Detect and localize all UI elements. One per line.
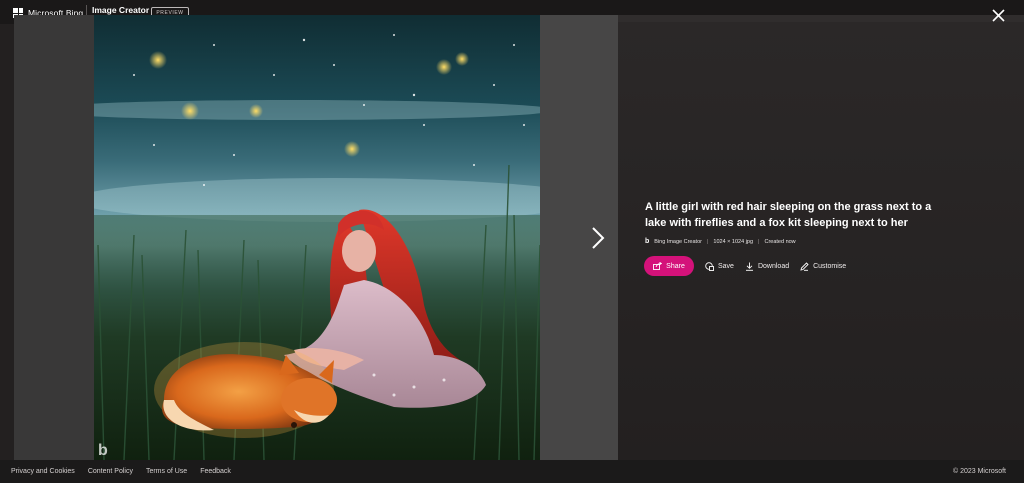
footer-link-feedback[interactable]: Feedback bbox=[200, 468, 231, 475]
meta-source: Bing Image Creator bbox=[654, 238, 702, 245]
save-button[interactable]: Save bbox=[705, 261, 734, 271]
meta-separator: | bbox=[758, 238, 760, 245]
bing-watermark: b bbox=[98, 442, 108, 459]
share-button[interactable]: Share bbox=[644, 256, 694, 276]
generated-image[interactable]: b bbox=[94, 15, 540, 460]
copyright: © 2023 Microsoft bbox=[952, 468, 1006, 475]
share-label: Share bbox=[666, 262, 685, 270]
download-button[interactable]: Download bbox=[745, 262, 789, 271]
customise-icon bbox=[800, 261, 809, 271]
save-icon bbox=[705, 261, 714, 271]
customise-button[interactable]: Customise bbox=[800, 261, 847, 271]
download-label: Download bbox=[757, 262, 790, 270]
footer: Privacy and Cookies Content Policy Terms… bbox=[0, 460, 1024, 483]
viewer-left-margin bbox=[14, 15, 94, 460]
meta-dimensions: 1024 × 1024 jpg bbox=[713, 238, 754, 245]
image-detail-page: Microsoft Bing Image Creator PREVIEW b A… bbox=[0, 0, 1024, 483]
action-bar: Share Save Download Customise bbox=[644, 256, 846, 276]
footer-links: Privacy and Cookies Content Policy Terms… bbox=[11, 468, 231, 475]
share-icon bbox=[653, 262, 663, 270]
footer-link-privacy[interactable]: Privacy and Cookies bbox=[11, 468, 75, 475]
customise-label: Customise bbox=[813, 262, 847, 270]
image-meta: b Bing Image Creator | 1024 × 1024 jpg |… bbox=[645, 238, 796, 245]
close-icon bbox=[991, 8, 1005, 22]
footer-link-terms[interactable]: Terms of Use bbox=[146, 468, 187, 475]
meta-separator: | bbox=[706, 238, 709, 245]
chevron-right-icon bbox=[592, 227, 605, 249]
save-label: Save bbox=[718, 262, 734, 270]
bing-small-icon: b bbox=[645, 238, 650, 245]
meta-created: Created now bbox=[764, 238, 796, 245]
image-prompt-title: A little girl with red hair sleeping on … bbox=[645, 201, 932, 229]
footer-link-content-policy[interactable]: Content Policy bbox=[88, 468, 133, 475]
close-button[interactable] bbox=[986, 4, 1010, 26]
download-icon bbox=[745, 262, 753, 271]
product-name[interactable]: Image Creator bbox=[92, 5, 149, 15]
next-image-button[interactable] bbox=[586, 224, 610, 252]
